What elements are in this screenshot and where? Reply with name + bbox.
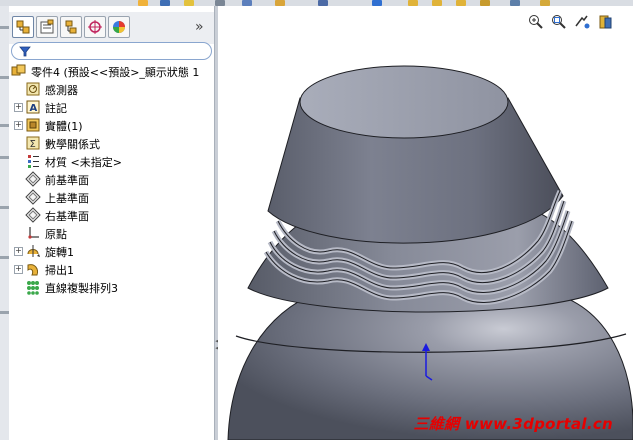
section-view-icon[interactable] bbox=[597, 14, 613, 30]
display-manager-tab[interactable] bbox=[108, 16, 130, 38]
tree-item[interactable]: 直線複製排列3 bbox=[9, 278, 214, 296]
tree-item[interactable]: 原點 bbox=[9, 224, 214, 242]
tree-item[interactable]: 零件4 (預設<<預設>_顯示狀態 1 bbox=[9, 62, 214, 80]
appearance-icon bbox=[113, 21, 125, 33]
plane-icon bbox=[25, 171, 41, 187]
configurationmanager-tab[interactable] bbox=[60, 16, 82, 38]
tab-marker bbox=[0, 124, 9, 127]
material-icon bbox=[28, 155, 39, 168]
tab-marker bbox=[0, 311, 9, 314]
body-top-face[interactable] bbox=[299, 65, 509, 139]
tree-item-label: 前基準面 bbox=[45, 174, 89, 187]
expand-toggle-icon[interactable]: + bbox=[14, 265, 23, 274]
tab-marker bbox=[0, 76, 9, 79]
solid-bodies-icon bbox=[26, 118, 40, 132]
origin-icon bbox=[28, 227, 39, 239]
more-tabs-chevron-icon[interactable]: » bbox=[195, 19, 204, 35]
tree-item[interactable]: + A 註記 bbox=[9, 98, 214, 116]
linear-pattern-icon bbox=[27, 281, 39, 295]
filter-funnel-icon bbox=[19, 46, 31, 57]
previous-view-icon[interactable] bbox=[574, 14, 590, 30]
expand-toggle-icon[interactable]: + bbox=[14, 103, 23, 112]
tab-marker bbox=[0, 206, 9, 209]
tree-item[interactable]: 前基準面 bbox=[9, 170, 214, 188]
tree-item-label: 數學關係式 bbox=[45, 138, 100, 151]
zoom-to-fit-icon[interactable] bbox=[528, 14, 544, 30]
featuremanager-tab[interactable] bbox=[12, 16, 34, 38]
tree-item[interactable]: + 實體(1) bbox=[9, 116, 214, 134]
sweep-icon bbox=[27, 264, 38, 276]
tree-item[interactable]: 上基準面 bbox=[9, 188, 214, 206]
tree-item-label: 旋轉1 bbox=[45, 246, 74, 259]
annotation-icon: A bbox=[26, 100, 40, 114]
svg-text:A: A bbox=[30, 103, 38, 114]
sensor-icon bbox=[26, 82, 40, 96]
part-icon bbox=[11, 64, 26, 76]
manager-tabs: » bbox=[9, 12, 214, 44]
property-icon bbox=[40, 19, 54, 34]
tab-marker bbox=[0, 156, 9, 159]
tree-item[interactable]: 右基準面 bbox=[9, 206, 214, 224]
tree-item[interactable]: 感測器 bbox=[9, 80, 214, 98]
tree-item-label: 材質 <未指定> bbox=[45, 156, 122, 169]
svg-text:Σ: Σ bbox=[30, 139, 36, 150]
tree-item[interactable]: 材質 <未指定> bbox=[9, 152, 214, 170]
tree-filter-input[interactable] bbox=[11, 42, 212, 60]
tree-item-label: 直線複製排列3 bbox=[45, 282, 118, 295]
tab-marker bbox=[0, 26, 9, 29]
tree-item-label: 上基準面 bbox=[45, 192, 89, 205]
model-view[interactable] bbox=[218, 6, 633, 440]
propertymanager-tab[interactable] bbox=[36, 16, 58, 38]
tree-item[interactable]: Σ 數學關係式 bbox=[9, 134, 214, 152]
tree-item-label: 右基準面 bbox=[45, 210, 89, 223]
tab-marker bbox=[0, 256, 9, 259]
equation-icon: Σ bbox=[26, 136, 40, 150]
tree-item[interactable]: + 旋轉1 bbox=[9, 242, 214, 260]
tree-item-label: 掃出1 bbox=[45, 264, 74, 277]
feature-tree-icon bbox=[16, 20, 30, 34]
expand-toggle-icon[interactable]: + bbox=[14, 247, 23, 256]
revolve-icon bbox=[27, 245, 40, 257]
plane-icon bbox=[25, 207, 41, 223]
featuremanager-panel: » 零件4 (預設<<預設>_顯示狀態 1 感測器 + A 註記 + 實體(1) Σ 數學關係式… bbox=[9, 6, 214, 440]
plane-icon bbox=[25, 189, 41, 205]
tree-item-label: 感測器 bbox=[45, 84, 78, 97]
expand-toggle-icon[interactable]: + bbox=[14, 121, 23, 130]
tree-item[interactable]: + 掃出1 bbox=[9, 260, 214, 278]
tree-item-label: 實體(1) bbox=[45, 120, 83, 133]
tree-item-label: 註記 bbox=[45, 102, 67, 115]
site-watermark: 三維網 www.3dportal.cn bbox=[413, 415, 613, 433]
graphics-viewport[interactable]: 三維網 www.3dportal.cn bbox=[218, 6, 633, 440]
tree-item-label: 原點 bbox=[45, 228, 67, 241]
tree-item-label: 零件4 (預設<<預設>_顯示狀態 1 bbox=[31, 66, 200, 79]
crosshair-icon bbox=[88, 20, 102, 34]
zoom-to-area-icon[interactable] bbox=[551, 14, 567, 30]
configuration-icon bbox=[65, 20, 77, 34]
dimxpert-tab[interactable] bbox=[84, 16, 106, 38]
